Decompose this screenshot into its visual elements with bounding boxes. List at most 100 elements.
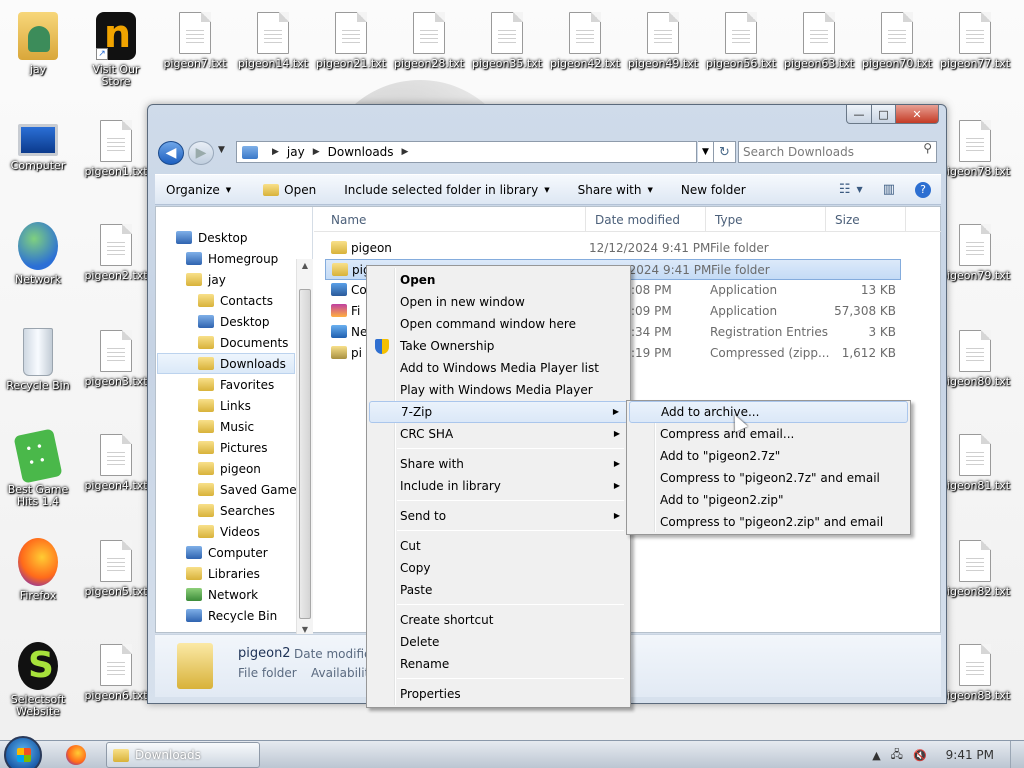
- scroll-up-icon[interactable]: ▲: [297, 261, 313, 270]
- menu-item-open-command-window-here[interactable]: Open command window here: [369, 313, 628, 335]
- nav-item-saved-games[interactable]: Saved Games: [198, 479, 303, 500]
- back-button[interactable]: ◀: [158, 141, 184, 165]
- nav-item-music[interactable]: Music: [198, 416, 254, 437]
- menu-item-include-in-library[interactable]: Include in library ▶: [369, 475, 628, 497]
- nav-item-contacts[interactable]: Contacts: [198, 290, 273, 311]
- nav-item-jay[interactable]: jay: [186, 269, 226, 290]
- desktop-file[interactable]: pigeon14.txt: [235, 4, 311, 100]
- breadcrumb-separator-icon[interactable]: ▶: [272, 147, 279, 157]
- desktop-file[interactable]: pigeon77.txt: [937, 4, 1013, 100]
- column-header-date[interactable]: Date modified: [586, 207, 706, 232]
- nav-item-libraries[interactable]: Libraries: [186, 563, 260, 584]
- menu-item-create-shortcut[interactable]: Create shortcut: [369, 609, 628, 631]
- breadcrumb-downloads[interactable]: Downloads: [328, 145, 394, 159]
- desktop-file[interactable]: pigeon5.txt: [78, 532, 154, 628]
- menu-item-properties[interactable]: Properties: [369, 683, 628, 705]
- desktop-file[interactable]: pigeon63.txt: [781, 4, 857, 100]
- column-header-size[interactable]: Size: [826, 207, 906, 232]
- menu-item-add-to-windows-media-player-list[interactable]: Add to Windows Media Player list: [369, 357, 628, 379]
- show-desktop-button[interactable]: [1010, 741, 1024, 768]
- desktop-file[interactable]: pigeon79.txt: [937, 216, 1013, 312]
- taskbar-button-downloads[interactable]: Downloads: [106, 742, 260, 768]
- desktop-file[interactable]: pigeon1.txt: [78, 112, 154, 208]
- refresh-button[interactable]: ↻: [714, 141, 736, 163]
- desktop-file[interactable]: pigeon2.txt: [78, 216, 154, 312]
- recent-pages-dropdown[interactable]: ▼: [218, 145, 225, 155]
- desktop-file[interactable]: pigeon35.txt: [469, 4, 545, 100]
- desktop-icon-selectsoft[interactable]: Selectsoft Website: [0, 634, 76, 730]
- organize-button[interactable]: Organize ▼: [155, 183, 240, 197]
- desktop-file[interactable]: pigeon82.txt: [937, 532, 1013, 628]
- desktop-file[interactable]: pigeon81.txt: [937, 426, 1013, 522]
- nav-scrollbar[interactable]: ▲ ▼: [296, 259, 313, 634]
- menu-item-delete[interactable]: Delete: [369, 631, 628, 653]
- desktop-file[interactable]: pigeon4.txt: [78, 426, 154, 522]
- address-dropdown-button[interactable]: ▼: [698, 141, 714, 163]
- desktop-file[interactable]: pigeon21.txt: [313, 4, 389, 100]
- desktop-icon-network[interactable]: Network: [0, 214, 76, 310]
- include-in-library-button[interactable]: Include selected folder in library ▼: [335, 183, 558, 197]
- desktop-file[interactable]: pigeon80.txt: [937, 322, 1013, 418]
- maximize-button[interactable]: □: [871, 105, 896, 124]
- search-input[interactable]: Search Downloads: [738, 141, 937, 163]
- menu-item-rename[interactable]: Rename: [369, 653, 628, 675]
- desktop-file[interactable]: pigeon49.txt: [625, 4, 701, 100]
- network-status-icon[interactable]: 🖧: [891, 746, 903, 765]
- desktop-icon-visit-store[interactable]: ↗ Visit Our Store: [78, 4, 154, 100]
- scroll-thumb[interactable]: [299, 289, 311, 619]
- nav-item-homegroup[interactable]: Homegroup: [186, 248, 278, 269]
- menu-item-copy[interactable]: Copy: [369, 557, 628, 579]
- menu-item-cut[interactable]: Cut: [369, 535, 628, 557]
- menu-item-compress-to-pigeon2-zip-and-email[interactable]: Compress to "pigeon2.zip" and email: [629, 511, 908, 533]
- help-icon[interactable]: ?: [915, 181, 931, 198]
- desktop-file[interactable]: pigeon42.txt: [547, 4, 623, 100]
- nav-item-downloads[interactable]: Downloads: [157, 353, 295, 374]
- menu-item-add-to-pigeon2-zip[interactable]: Add to "pigeon2.zip": [629, 489, 908, 511]
- clock[interactable]: 9:41 PM: [946, 748, 994, 762]
- desktop-file[interactable]: pigeon7.txt: [157, 4, 233, 100]
- nav-item-searches[interactable]: Searches: [198, 500, 275, 521]
- nav-item-links[interactable]: Links: [198, 395, 251, 416]
- menu-item-crc-sha[interactable]: CRC SHA ▶: [369, 423, 628, 445]
- start-button[interactable]: [4, 736, 42, 768]
- desktop-icon-user[interactable]: jay: [0, 4, 76, 100]
- new-folder-button[interactable]: New folder: [672, 183, 755, 197]
- menu-item-compress-and-email[interactable]: Compress and email...: [629, 423, 908, 445]
- menu-item-7-zip[interactable]: 7-Zip ▶: [369, 401, 628, 423]
- column-header-type[interactable]: Type: [706, 207, 826, 232]
- preview-pane-icon[interactable]: ▥: [883, 182, 895, 197]
- desktop-file[interactable]: pigeon3.txt: [78, 322, 154, 418]
- desktop-file[interactable]: pigeon6.txt: [78, 636, 154, 732]
- desktop-icon-firefox[interactable]: Firefox: [0, 530, 76, 626]
- column-header-name[interactable]: Name: [314, 207, 586, 232]
- minimize-button[interactable]: —: [846, 105, 872, 124]
- nav-item-recycle-bin[interactable]: Recycle Bin: [186, 605, 277, 626]
- menu-item-paste[interactable]: Paste: [369, 579, 628, 601]
- show-hidden-icons-icon[interactable]: ▲: [872, 749, 880, 762]
- firefox-icon[interactable]: [66, 745, 86, 765]
- nav-item-pictures[interactable]: Pictures: [198, 437, 268, 458]
- view-options-icon[interactable]: ☷: [839, 182, 851, 197]
- breadcrumb-jay[interactable]: jay: [287, 145, 305, 159]
- chevron-down-icon[interactable]: ▼: [857, 185, 863, 194]
- menu-item-add-to-pigeon2-7z[interactable]: Add to "pigeon2.7z": [629, 445, 908, 467]
- nav-item-pigeon[interactable]: pigeon: [198, 458, 261, 479]
- menu-item-open[interactable]: Open: [369, 269, 628, 291]
- breadcrumb-separator-icon[interactable]: ▶: [313, 147, 320, 157]
- desktop-icon-recycle-bin[interactable]: Recycle Bin: [0, 320, 76, 416]
- address-bar[interactable]: ▶ jay ▶ Downloads ▶: [236, 141, 697, 163]
- forward-button[interactable]: ▶: [188, 141, 214, 165]
- search-icon[interactable]: ⚲: [923, 141, 932, 155]
- file-row[interactable]: pigeon 12/12/2024 9:41 PM File folder: [325, 238, 901, 259]
- desktop-file[interactable]: pigeon78.txt: [937, 112, 1013, 208]
- menu-item-add-to-archive[interactable]: Add to archive...: [629, 401, 908, 423]
- desktop-file[interactable]: pigeon70.txt: [859, 4, 935, 100]
- breadcrumb-separator-icon[interactable]: ▶: [402, 147, 409, 157]
- desktop-file[interactable]: pigeon83.txt: [937, 636, 1013, 732]
- scroll-down-icon[interactable]: ▼: [297, 625, 313, 634]
- menu-item-send-to[interactable]: Send to ▶: [369, 505, 628, 527]
- menu-item-share-with[interactable]: Share with ▶: [369, 453, 628, 475]
- share-with-button[interactable]: Share with ▼: [569, 183, 662, 197]
- nav-item-documents[interactable]: Documents: [198, 332, 288, 353]
- desktop-file[interactable]: pigeon28.txt: [391, 4, 467, 100]
